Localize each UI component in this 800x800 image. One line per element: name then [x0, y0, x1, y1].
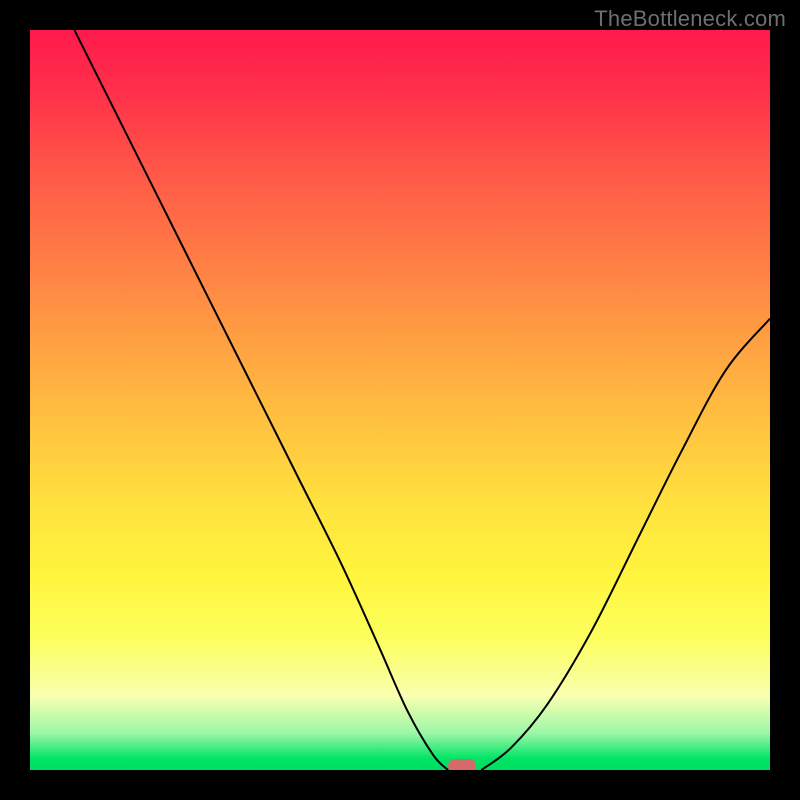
chart-frame: TheBottleneck.com — [0, 0, 800, 800]
plot-area — [30, 30, 770, 770]
optimal-point-marker — [448, 759, 476, 770]
curve-right-branch — [481, 319, 770, 770]
curve-layer — [30, 30, 770, 770]
curve-left-branch — [74, 30, 448, 770]
watermark-text: TheBottleneck.com — [594, 6, 786, 32]
